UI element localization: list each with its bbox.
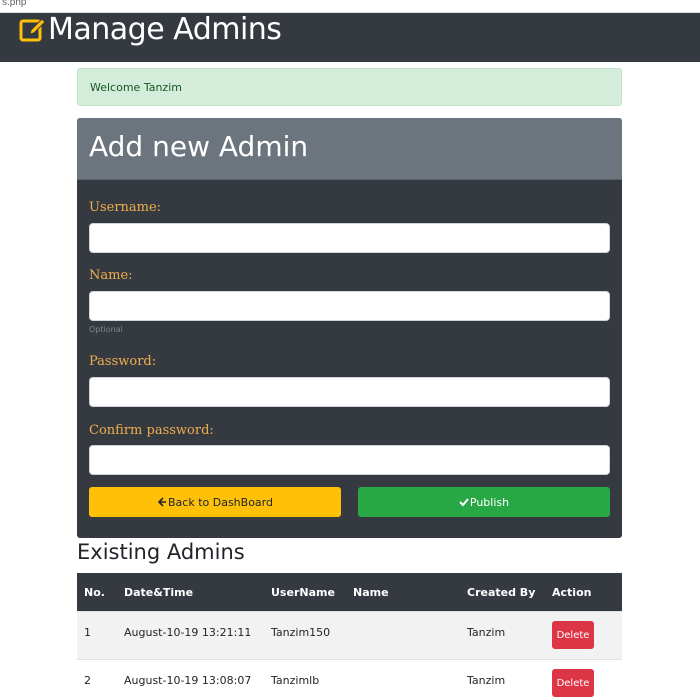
table-header: No. Date&Time UserName Name Created By A…	[77, 573, 622, 611]
table-row: 1 August-10-19 13:21:11 Tanzim150 Tanzim…	[77, 611, 622, 659]
column-header-created-by: Created By	[467, 586, 536, 599]
existing-admins-title: Existing Admins	[77, 540, 245, 564]
row-username: Tanzim150	[271, 626, 331, 639]
delete-button[interactable]: Delete	[552, 669, 594, 697]
page-title: Manage Admins	[48, 12, 282, 47]
column-header-name: Name	[353, 586, 389, 599]
name-field[interactable]	[89, 291, 610, 321]
row-created-by: Tanzim	[467, 626, 506, 639]
row-number: 1	[84, 626, 91, 639]
username-label: Username:	[89, 200, 162, 215]
username-field[interactable]	[89, 223, 610, 253]
password-label: Password:	[89, 354, 157, 369]
column-header-username: UserName	[271, 586, 335, 599]
alert-message: Welcome Tanzim	[90, 81, 182, 94]
column-header-no: No.	[84, 586, 105, 599]
table-row: 2 August-10-19 13:08:07 Tanzimlb Tanzim …	[77, 659, 622, 700]
back-to-dashboard-button[interactable]: Back to DashBoard	[89, 487, 341, 517]
row-datetime: August-10-19 13:08:07	[124, 674, 252, 687]
top-navbar: Manage Admins	[0, 12, 700, 62]
row-number: 2	[84, 674, 91, 687]
card-header: Add new Admin	[77, 118, 622, 180]
name-hint: Optional	[89, 325, 123, 334]
back-button-label: Back to DashBoard	[168, 495, 273, 509]
card-title: Add new Admin	[89, 130, 309, 163]
check-icon	[459, 498, 469, 507]
column-header-action: Action	[552, 586, 592, 599]
add-admin-card: Add new Admin Username: Name: Optional P…	[77, 118, 622, 538]
delete-button[interactable]: Delete	[552, 621, 594, 649]
publish-button[interactable]: Publish	[358, 487, 610, 517]
url-fragment: s.php	[2, 0, 27, 8]
column-header-datetime: Date&Time	[124, 586, 194, 599]
password-field[interactable]	[89, 377, 610, 407]
welcome-alert: Welcome Tanzim	[77, 68, 622, 106]
arrow-left-icon	[157, 497, 166, 507]
row-datetime: August-10-19 13:21:11	[124, 626, 252, 639]
name-label: Name:	[89, 268, 133, 283]
edit-icon	[19, 18, 46, 42]
confirm-password-field[interactable]	[89, 445, 610, 475]
row-username: Tanzimlb	[271, 674, 320, 687]
confirm-password-label: Confirm password:	[89, 423, 214, 438]
publish-button-label: Publish	[469, 495, 510, 509]
row-created-by: Tanzim	[467, 674, 506, 687]
